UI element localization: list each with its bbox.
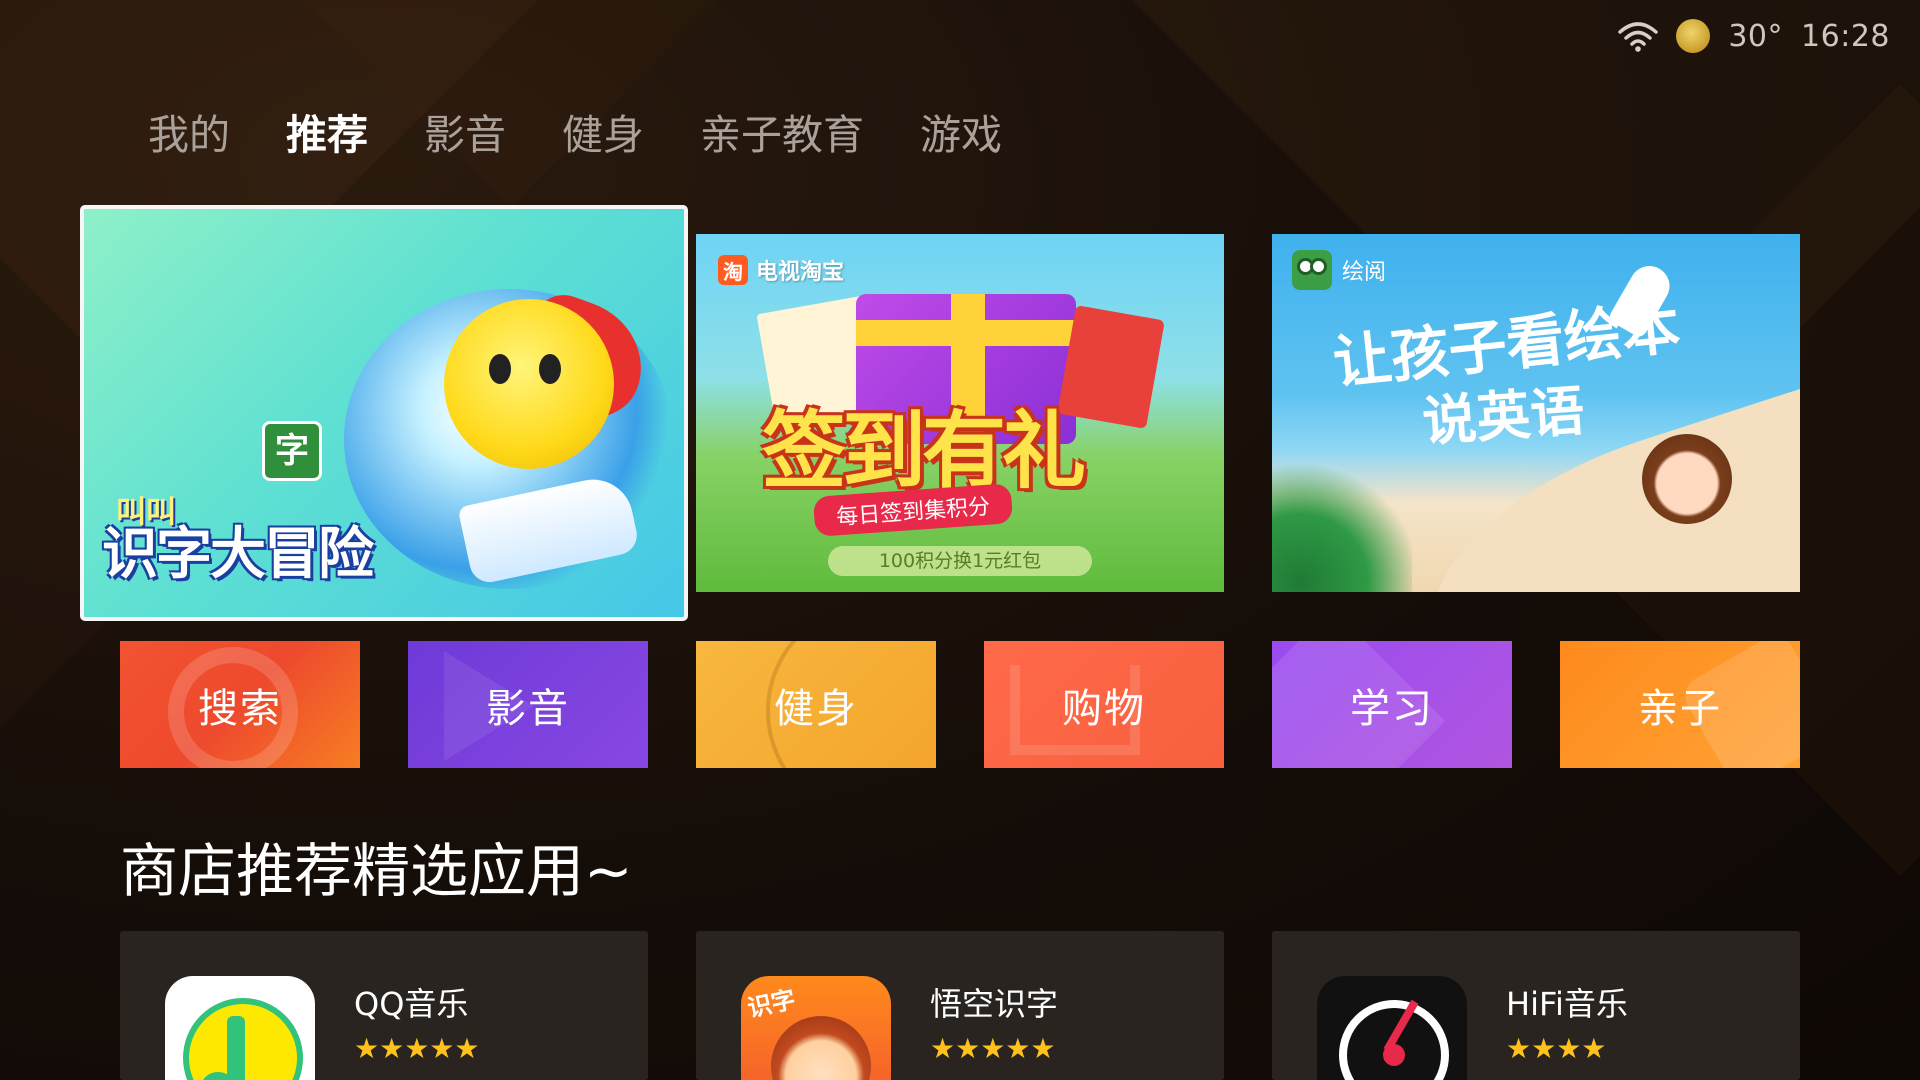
tab-mine[interactable]: 我的	[148, 103, 230, 167]
qq-music-icon	[165, 976, 315, 1080]
character-badge: 字	[262, 421, 322, 481]
app-rating: ★★★★★	[354, 1035, 480, 1063]
taobao-brand: 淘 电视淘宝	[718, 254, 844, 286]
banner-picture-books[interactable]: 绘阅 让孩子看绘本 说英语	[1272, 234, 1800, 592]
wukong-icon: 识字	[741, 976, 891, 1080]
brand-name: 绘阅	[1342, 260, 1387, 285]
girl-illustration	[1642, 434, 1732, 524]
chick-character	[444, 299, 614, 469]
temperature: 30°	[1728, 18, 1784, 54]
tab-parenting[interactable]: 亲子教育	[700, 103, 864, 167]
app-rating: ★★★★	[1506, 1035, 1606, 1063]
tab-media[interactable]: 影音	[424, 103, 506, 167]
banner-literacy-adventure[interactable]: 字 叫叫 识字大冒险	[80, 205, 688, 621]
app-name: QQ音乐	[354, 985, 469, 1023]
brand-name: 电视淘宝	[756, 260, 845, 285]
banner-headline: 签到有礼	[762, 402, 1086, 500]
banner-title: 识字大冒险	[102, 522, 374, 587]
app-name: HiFi音乐	[1506, 985, 1628, 1023]
hifi-music-icon	[1317, 976, 1467, 1080]
palm-illustration	[1272, 454, 1412, 592]
wifi-icon	[1618, 20, 1659, 52]
star-icon: ★★★★★	[354, 1032, 480, 1065]
huiyue-brand: 绘阅	[1292, 250, 1386, 290]
banner-footnote: 100积分换1元红包	[828, 546, 1092, 576]
status-bar: 30° 16:28	[1618, 14, 1890, 58]
category-shopping[interactable]: 购物	[984, 641, 1224, 768]
taobao-logo-icon: 淘	[718, 255, 748, 285]
category-parenting[interactable]: 亲子	[1560, 641, 1800, 768]
tab-games[interactable]: 游戏	[920, 103, 1002, 167]
top-nav: 我的 推荐 影音 健身 亲子教育 游戏	[148, 103, 1058, 167]
star-icon: ★★★★★	[930, 1032, 1056, 1065]
category-search[interactable]: 搜索	[120, 641, 360, 768]
app-card-wukong[interactable]: 识字 悟空识字 ★★★★★	[696, 931, 1224, 1080]
tab-recommend[interactable]: 推荐	[286, 103, 368, 167]
app-name: 悟空识字	[930, 985, 1059, 1023]
category-learning[interactable]: 学习	[1272, 641, 1512, 768]
tab-fitness[interactable]: 健身	[562, 103, 644, 167]
category-media[interactable]: 影音	[408, 641, 648, 768]
banner-headline-line2: 说英语	[1420, 379, 1587, 454]
app-card-hifi-music[interactable]: HiFi音乐 ★★★★	[1272, 931, 1800, 1080]
app-rating: ★★★★★	[930, 1035, 1056, 1063]
star-icon: ★★★★	[1506, 1032, 1607, 1065]
clock: 16:28	[1801, 18, 1890, 54]
frog-logo-icon	[1292, 250, 1332, 290]
app-card-qq-music[interactable]: QQ音乐 ★★★★★	[120, 931, 648, 1080]
banner-taobao-checkin[interactable]: 淘 电视淘宝 签到有礼 每日签到集积分 100积分换1元红包	[696, 234, 1224, 592]
category-fitness[interactable]: 健身	[696, 641, 936, 768]
weather-icon	[1676, 19, 1711, 53]
section-title: 商店推荐精选应用~	[120, 837, 633, 905]
